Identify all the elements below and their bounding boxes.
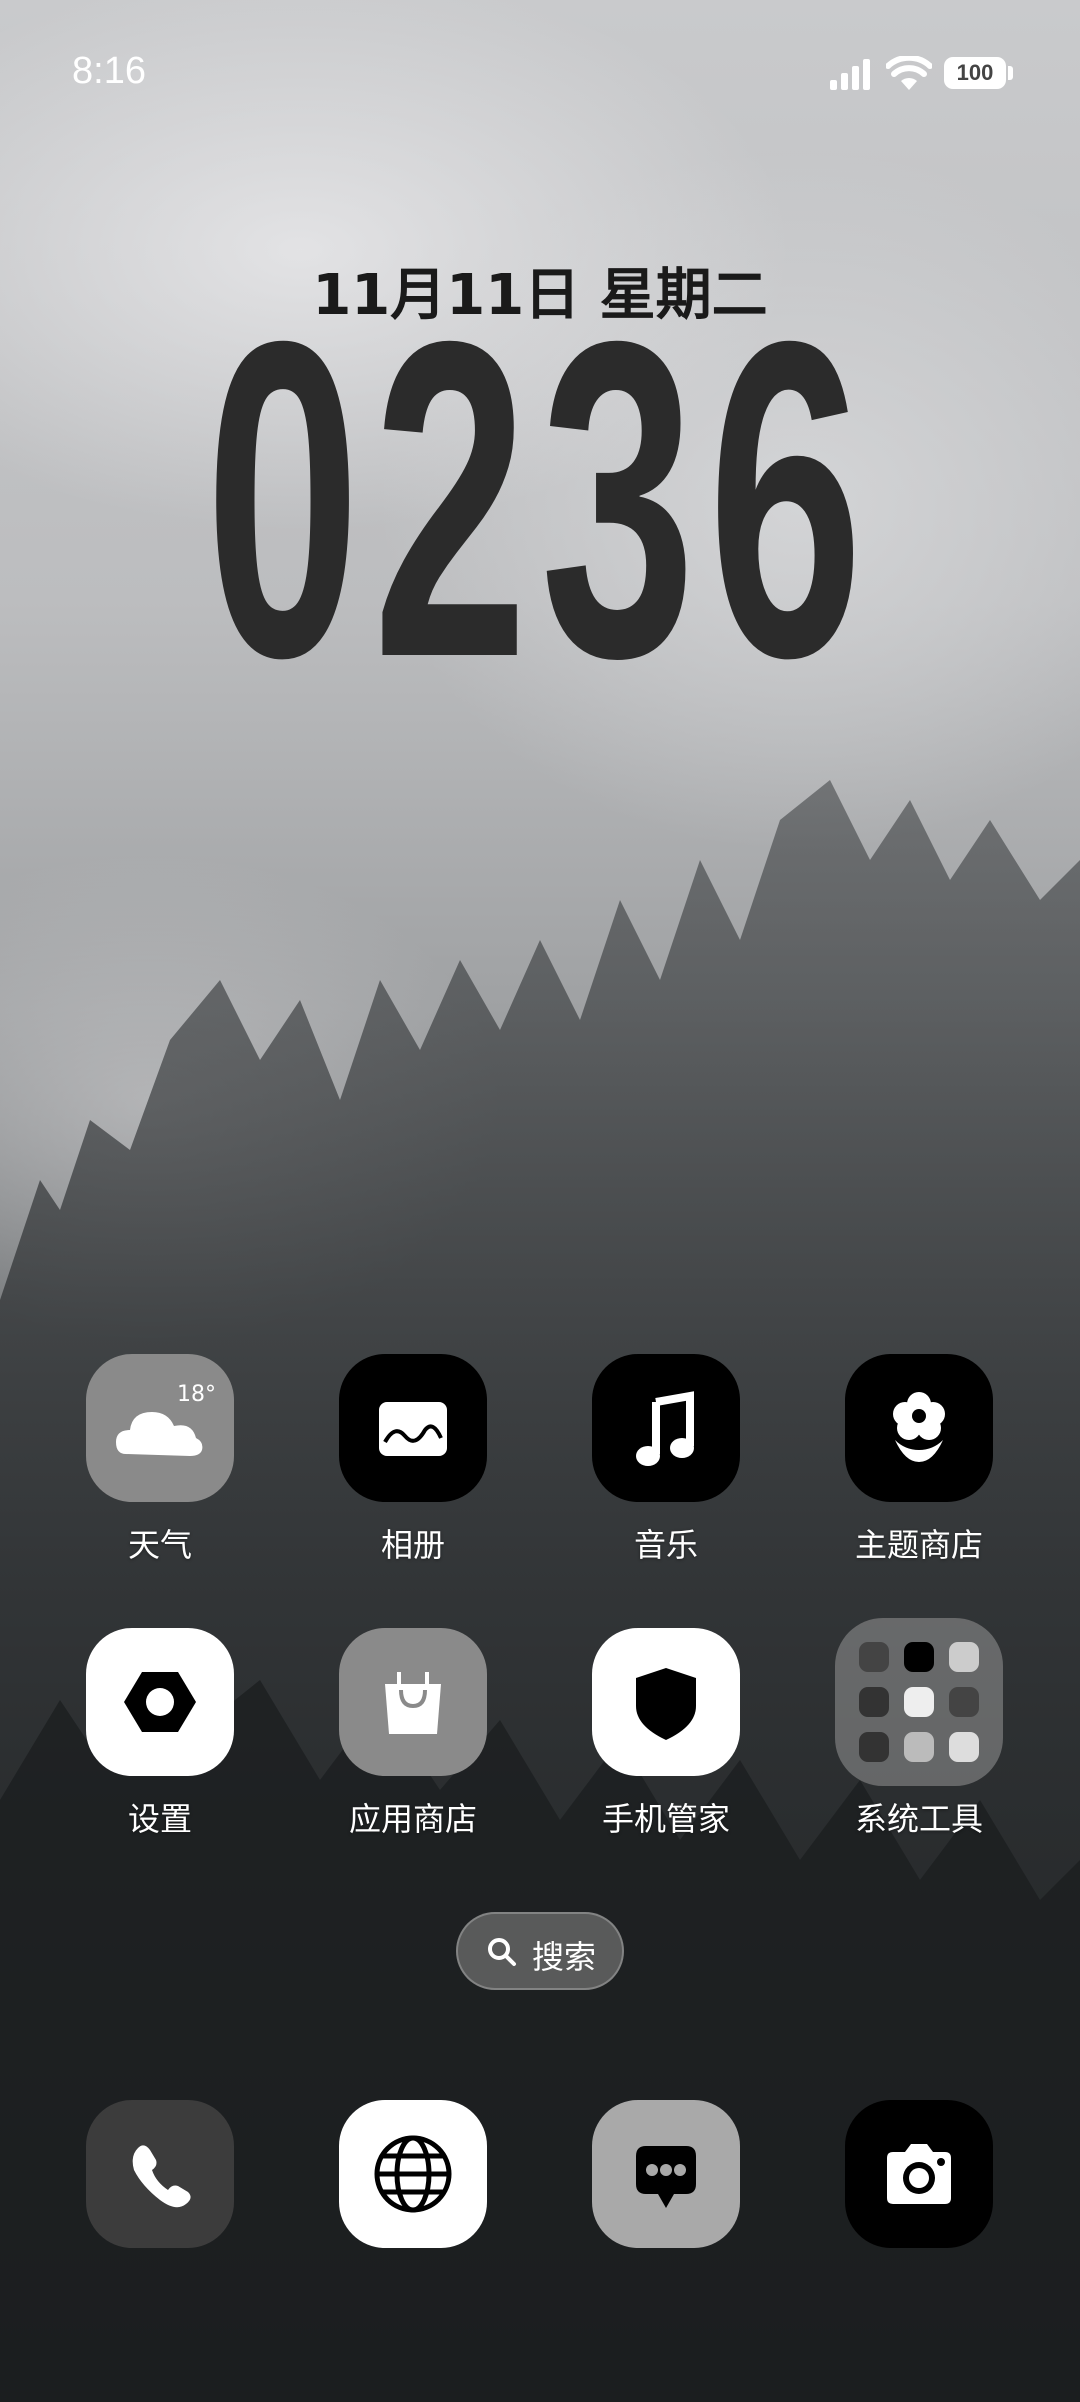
app-gallery[interactable]: 相册 xyxy=(313,1354,513,1566)
app-settings[interactable]: 设置 xyxy=(60,1628,260,1840)
music-note-icon xyxy=(592,1354,740,1502)
mini-app-icon xyxy=(859,1732,889,1762)
mini-app-icon xyxy=(949,1642,979,1672)
hex-nut-icon xyxy=(86,1628,234,1776)
battery-tip xyxy=(1008,66,1013,80)
app-label: 音乐 xyxy=(633,1526,698,1564)
search-label: 搜索 xyxy=(532,1938,597,1976)
wifi-icon xyxy=(886,56,932,90)
gallery-icon xyxy=(339,1354,487,1502)
mini-app-icon xyxy=(904,1732,934,1762)
app-store[interactable]: 应用商店 xyxy=(313,1628,513,1840)
search-button[interactable]: 搜索 xyxy=(456,1912,624,1990)
browser-globe-icon xyxy=(339,2100,487,2248)
shield-icon xyxy=(592,1628,740,1776)
phone-icon xyxy=(86,2100,234,2248)
weather-temp: 18° xyxy=(177,1382,216,1407)
signal-icon xyxy=(830,59,870,90)
app-theme-store[interactable]: 主题商店 xyxy=(819,1354,1019,1566)
mini-app-icon xyxy=(949,1687,979,1717)
app-label: 天气 xyxy=(127,1526,192,1564)
messages-icon xyxy=(592,2100,740,2248)
shopping-bag-icon xyxy=(339,1628,487,1776)
dock-messages[interactable] xyxy=(566,2100,766,2248)
lockscreen-clock: 0236 xyxy=(205,249,876,751)
app-label: 手机管家 xyxy=(601,1800,730,1838)
flower-icon xyxy=(845,1354,993,1502)
mini-app-icon xyxy=(904,1642,934,1672)
app-label: 主题商店 xyxy=(854,1526,983,1564)
app-weather[interactable]: 18° 天气 xyxy=(60,1354,260,1566)
app-music[interactable]: 音乐 xyxy=(566,1354,766,1566)
app-label: 系统工具 xyxy=(854,1800,983,1838)
status-time: 8:16 xyxy=(72,50,146,92)
folder-icon xyxy=(835,1618,1003,1786)
mini-app-icon xyxy=(859,1687,889,1717)
dock-phone[interactable] xyxy=(60,2100,260,2248)
dock-browser[interactable] xyxy=(313,2100,513,2248)
dock-camera[interactable] xyxy=(819,2100,1019,2248)
mini-app-icon xyxy=(859,1642,889,1672)
app-label: 相册 xyxy=(380,1526,445,1564)
weather-cloud-icon: 18° xyxy=(86,1354,234,1502)
app-phone-manager[interactable]: 手机管家 xyxy=(566,1628,766,1840)
app-label: 应用商店 xyxy=(348,1800,477,1838)
app-folder-system-tools[interactable]: 系统工具 xyxy=(819,1618,1019,1840)
app-label: 设置 xyxy=(127,1800,192,1838)
status-bar: 8:16 100 xyxy=(0,0,1080,150)
camera-icon xyxy=(845,2100,993,2248)
battery-indicator: 100 xyxy=(944,57,1006,89)
search-icon xyxy=(488,1938,516,1966)
mini-app-icon xyxy=(904,1687,934,1717)
mini-app-icon xyxy=(949,1732,979,1762)
